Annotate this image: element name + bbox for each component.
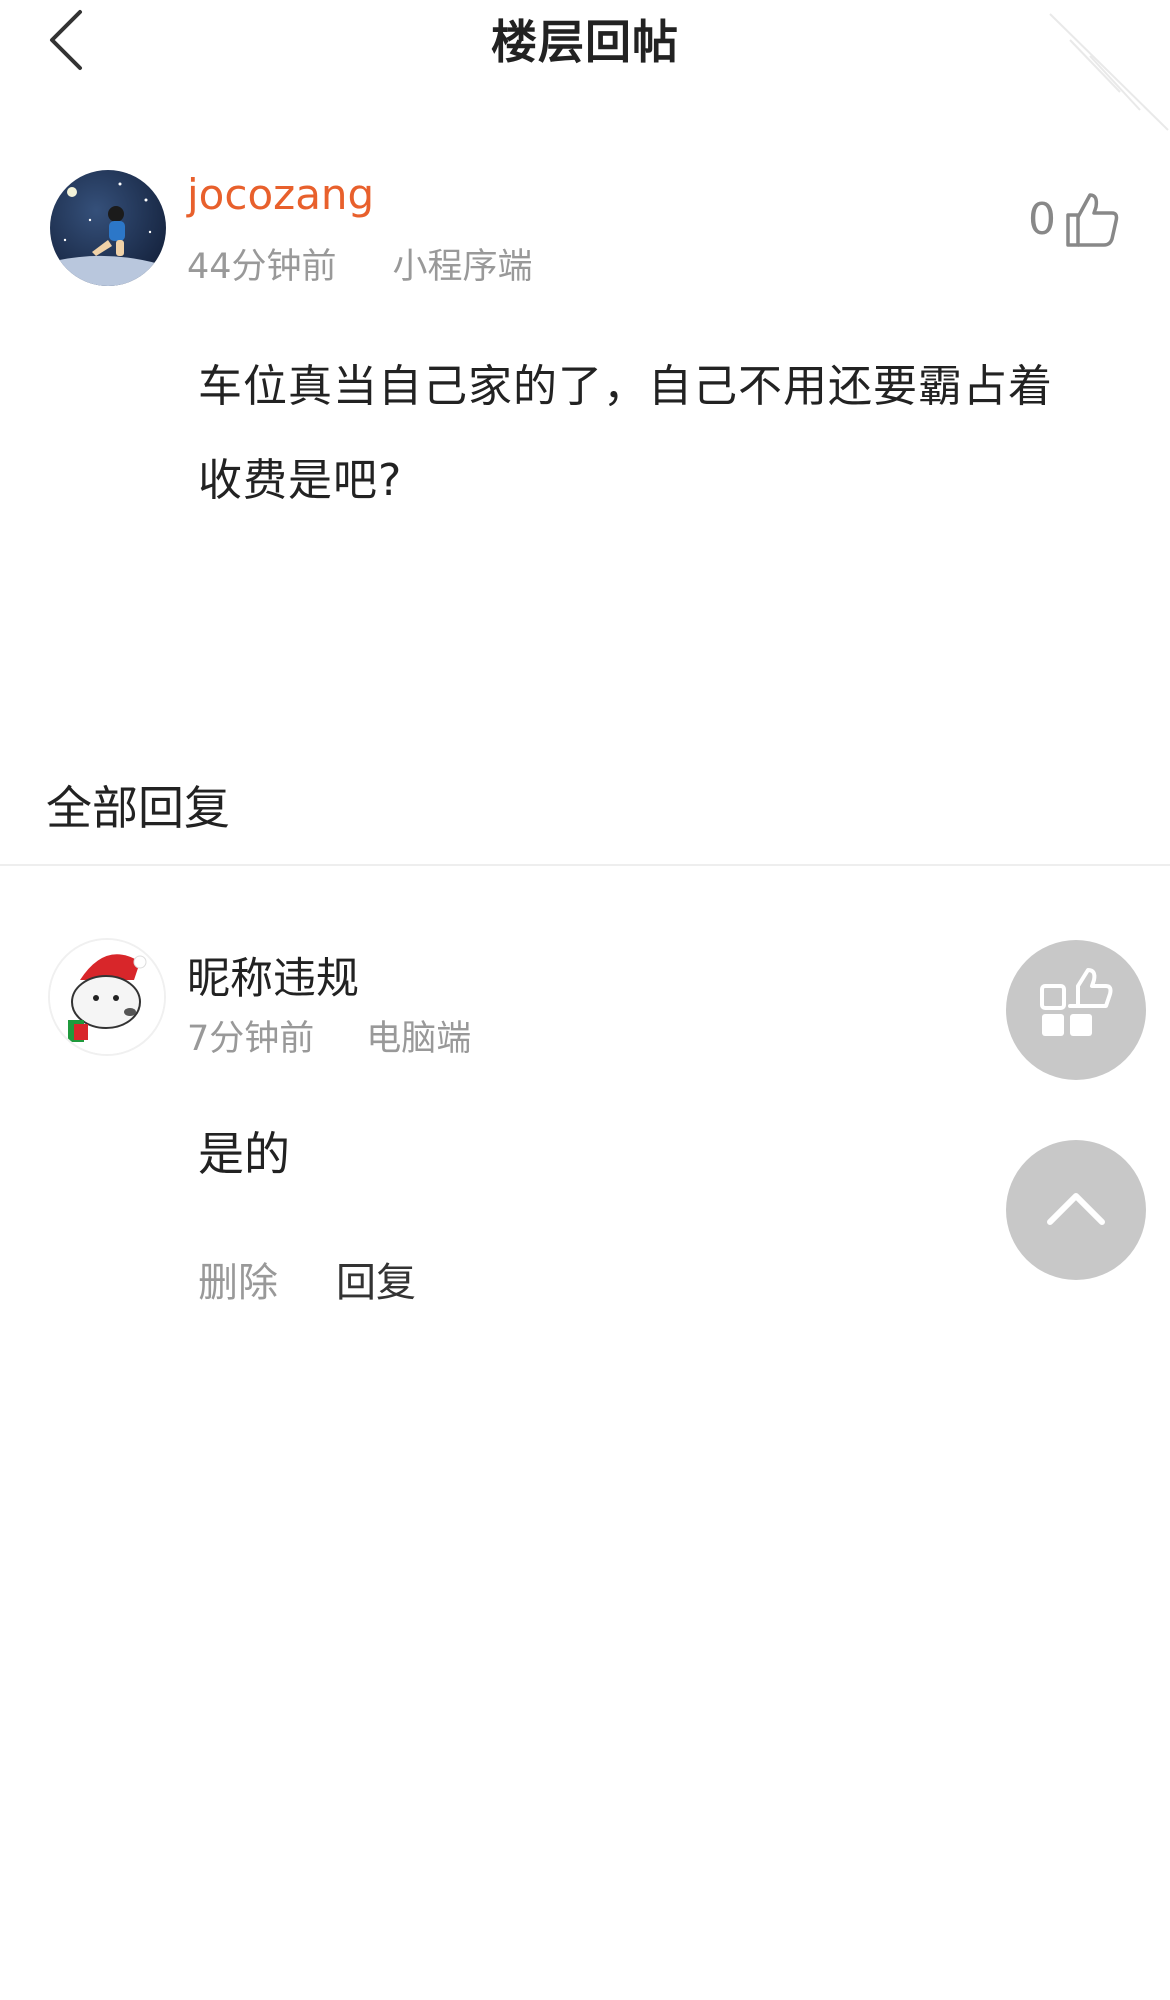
- delete-button[interactable]: 删除: [198, 1260, 278, 1306]
- page-title: 楼层回帖: [491, 15, 679, 69]
- chevron-up-icon: [1047, 1193, 1105, 1225]
- replies-heading: 全部回复: [46, 781, 230, 835]
- reply-button[interactable]: 回复: [336, 1260, 416, 1306]
- reply-author-name[interactable]: 昵称违规: [187, 944, 359, 1006]
- post-author-row: jocozang 44分钟前 小程序端 0: [50, 170, 1130, 290]
- post-meta: 44分钟前 小程序端: [187, 238, 533, 289]
- reply-source: 电脑端: [366, 1019, 472, 1059]
- thumbs-up-icon: [1066, 193, 1119, 247]
- page: 楼层回帖 jocozang 44分钟前 小程序端 0 车位真当自己家的了，自己不…: [0, 0, 1170, 2000]
- author-name[interactable]: jocozang: [187, 170, 374, 219]
- reply-time: 7分钟前: [187, 1019, 315, 1059]
- post-content: 车位真当自己家的了，自己不用还要霸占着收费是吧?: [198, 361, 1053, 506]
- reply-actions: 删除 回复: [198, 1250, 416, 1308]
- divider: [0, 864, 1170, 866]
- post-source: 小程序端: [392, 247, 533, 287]
- like-button[interactable]: 0: [1028, 184, 1120, 254]
- apps-like-icon: [1040, 968, 1113, 1036]
- reply-meta: 7分钟前 电脑端: [187, 1010, 471, 1061]
- avatar[interactable]: [48, 938, 166, 1056]
- post-time: 44分钟前: [187, 247, 337, 287]
- reply-content: 是的: [198, 1127, 290, 1181]
- reply-author-row: 昵称违规 7分钟前 电脑端: [48, 938, 948, 1061]
- avatar-image: [50, 940, 164, 1054]
- avatar[interactable]: [50, 170, 166, 286]
- avatar-image: [50, 170, 166, 286]
- corner-decoration: [1049, 13, 1169, 131]
- header-bar: 楼层回帖: [0, 0, 1170, 131]
- like-count: 0: [1028, 193, 1056, 245]
- floating-apps-like-button[interactable]: [1006, 940, 1146, 1080]
- scroll-to-top-button[interactable]: [1006, 1140, 1146, 1280]
